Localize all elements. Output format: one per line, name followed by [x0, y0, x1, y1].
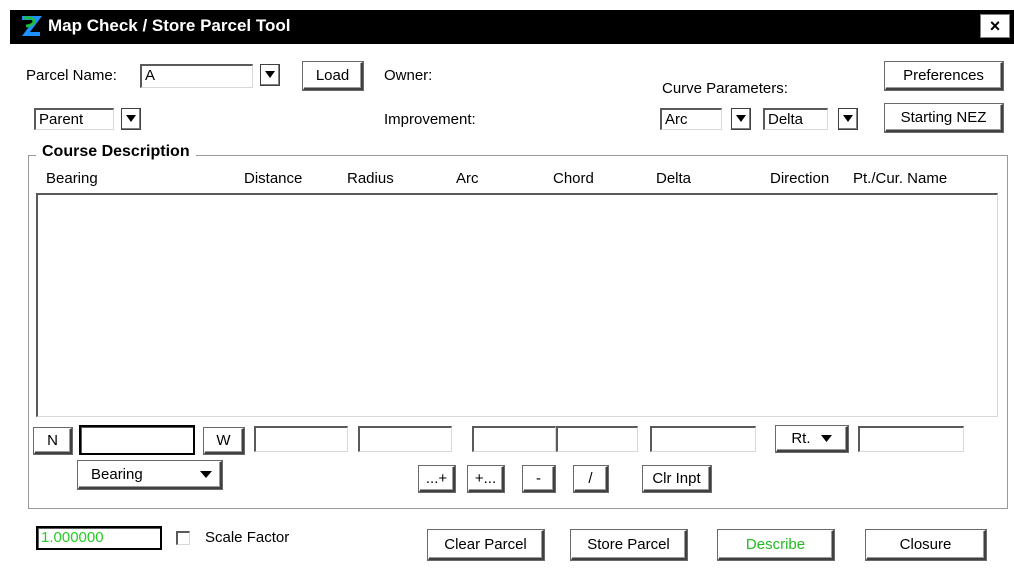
closure-button[interactable]: Closure [866, 530, 986, 560]
add-before-button[interactable]: +... [468, 466, 504, 492]
chevron-down-icon [736, 115, 746, 122]
column-header-arc: Arc [456, 170, 479, 187]
curve-parameters-label: Curve Parameters: [662, 80, 788, 97]
clear-input-button[interactable]: Clr Inpt [643, 466, 711, 492]
parcel-name-input[interactable]: A [140, 64, 253, 88]
curve-param-select[interactable]: Delta [763, 108, 828, 130]
parcel-name-label: Parcel Name: [26, 67, 117, 84]
column-header-chord: Chord [553, 170, 594, 187]
bearing-mode-value: Bearing [91, 466, 143, 483]
course-list[interactable] [36, 193, 998, 417]
chord-input[interactable] [556, 426, 638, 452]
preferences-button[interactable]: Preferences [885, 62, 1003, 90]
clear-parcel-button[interactable]: Clear Parcel [428, 530, 544, 560]
point-curve-name-input[interactable] [858, 426, 964, 452]
describe-button[interactable]: Describe [718, 530, 834, 560]
bearing-input[interactable] [79, 425, 195, 455]
north-south-toggle[interactable]: N [34, 428, 72, 454]
close-icon[interactable]: × [980, 14, 1010, 38]
column-header-bearing: Bearing [46, 170, 98, 187]
parent-select[interactable]: Parent [34, 108, 114, 130]
owner-label: Owner: [384, 67, 433, 84]
east-west-toggle[interactable]: W [204, 428, 244, 454]
starting-nez-button[interactable]: Starting NEZ [885, 104, 1003, 132]
window-title: Map Check / Store Parcel Tool [48, 16, 291, 35]
scale-factor-checkbox[interactable] [176, 531, 190, 545]
chevron-down-icon [265, 71, 275, 78]
chevron-down-icon [200, 471, 212, 478]
radius-input[interactable] [358, 426, 452, 452]
distance-input[interactable] [254, 426, 348, 452]
improvement-label: Improvement: [384, 111, 476, 128]
scale-factor-input[interactable]: 1.000000 [36, 526, 162, 550]
arc-input[interactable] [472, 426, 556, 452]
direction-value: Rt. [791, 430, 811, 447]
bearing-mode-select[interactable]: Bearing [78, 461, 222, 489]
direction-select[interactable]: Rt. [776, 426, 848, 452]
curve-type-select[interactable]: Arc [660, 108, 722, 130]
chevron-down-icon [126, 115, 136, 122]
column-header-direction: Direction [770, 170, 830, 187]
scale-factor-label: Scale Factor [205, 529, 290, 546]
slash-button[interactable]: / [574, 466, 608, 492]
column-header-delta: Delta [656, 170, 692, 187]
add-after-button[interactable]: ...+ [419, 466, 455, 492]
column-header-pt-cur-name: Pt./Cur. Name [853, 170, 948, 187]
curve-type-dropdown[interactable] [731, 108, 751, 130]
app-logo-icon [18, 13, 44, 39]
curve-param-dropdown[interactable] [838, 108, 858, 130]
store-parcel-button[interactable]: Store Parcel [571, 530, 687, 560]
delta-input[interactable] [650, 426, 756, 452]
column-header-radius: Radius [347, 170, 394, 187]
chevron-down-icon [843, 115, 853, 122]
chevron-down-icon [820, 435, 832, 442]
column-header-distance: Distance [244, 170, 303, 187]
load-button[interactable]: Load [303, 62, 363, 90]
delete-course-button[interactable]: - [523, 466, 555, 492]
course-description-title: Course Description [36, 143, 196, 161]
parent-dropdown[interactable] [121, 108, 141, 130]
parcel-name-dropdown[interactable] [260, 64, 280, 86]
